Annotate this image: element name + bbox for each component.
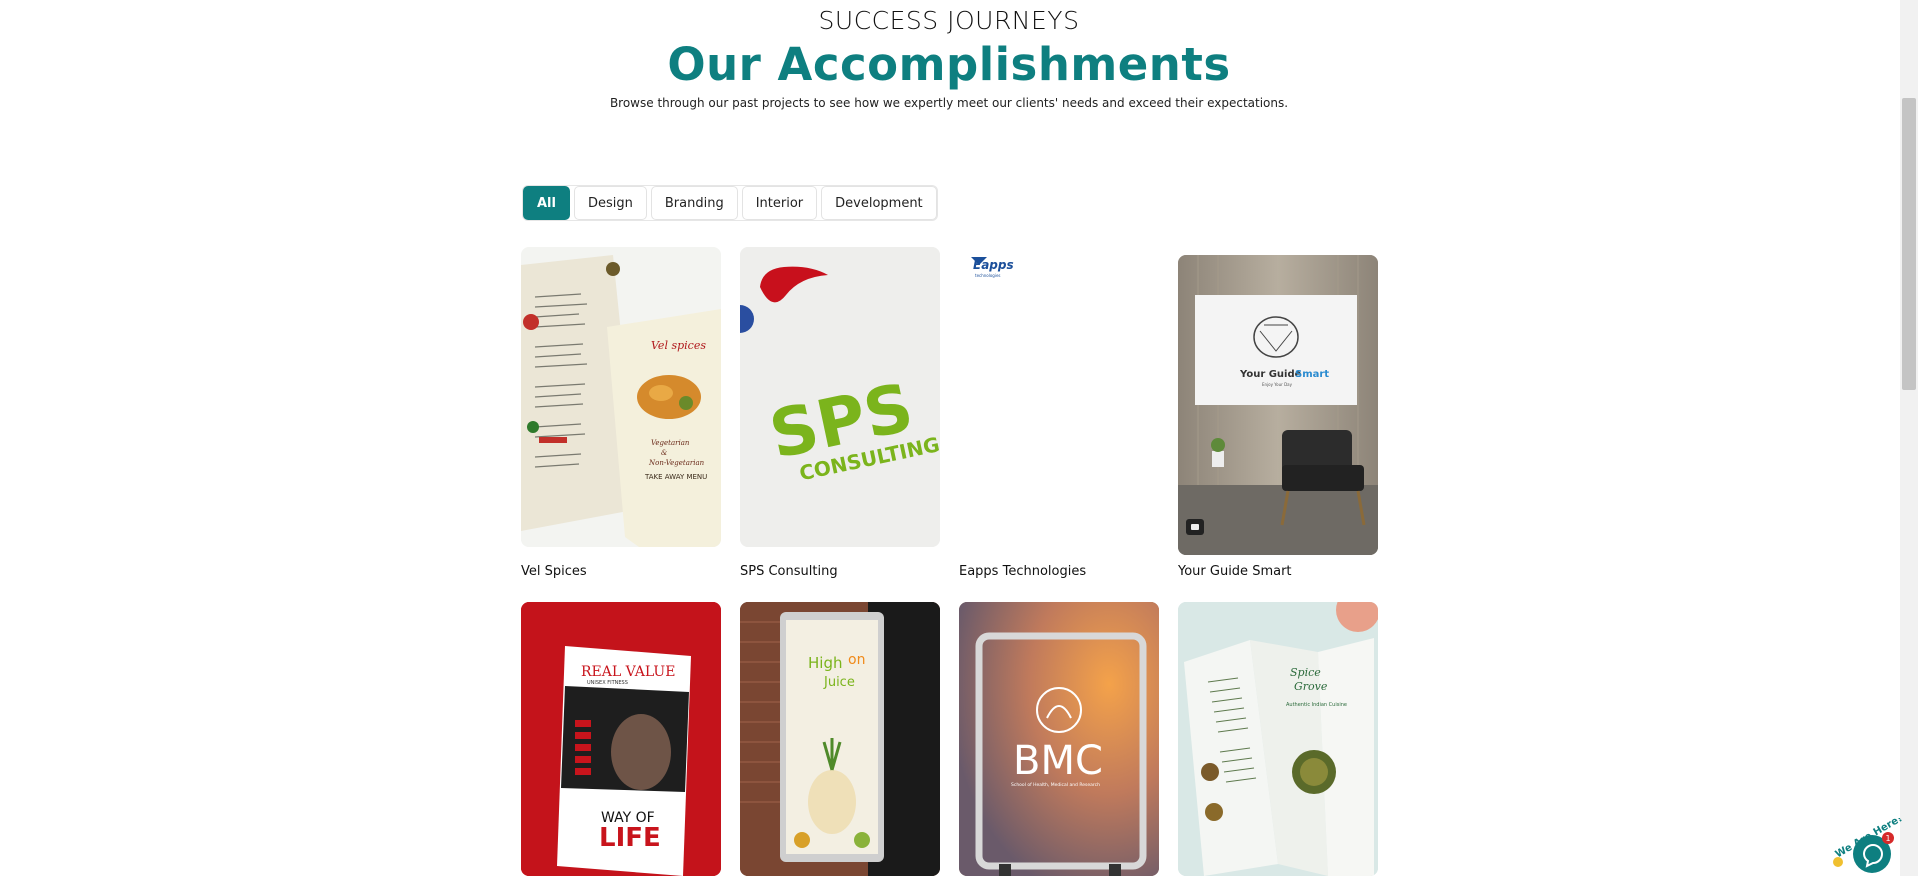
svg-text:technologies: technologies xyxy=(975,273,1001,278)
scrollbar-thumb[interactable] xyxy=(1902,98,1916,390)
page-scrollbar[interactable] xyxy=(1900,0,1918,876)
high-on-juice-poster-image: High on Juice xyxy=(740,602,940,876)
filter-tabs: All Design Branding Interior Development xyxy=(522,185,938,221)
svg-text:School of Health, Medical and: School of Health, Medical and Research xyxy=(1011,782,1100,788)
svg-text:TAKE AWAY MENU: TAKE AWAY MENU xyxy=(644,473,707,481)
chat-badge: 1 xyxy=(1886,834,1891,843)
eapps-logo: Eapps technologies xyxy=(971,257,1014,278)
svg-text:on: on xyxy=(848,652,865,668)
svg-text:Eapps: Eapps xyxy=(973,258,1014,272)
sps-logo-image: SPS CONSULTING xyxy=(740,247,940,547)
svg-text:Your Guide: Your Guide xyxy=(1239,369,1302,380)
your-guide-smart-image: Your Guide Smart Enjoy Your Day xyxy=(1178,255,1378,555)
project-image[interactable]: SPS CONSULTING xyxy=(740,247,940,547)
project-title[interactable]: SPS Consulting xyxy=(740,564,838,579)
project-image[interactable]: Your Guide Smart Enjoy Your Day xyxy=(1178,255,1378,555)
chat-widget[interactable]: We Are Here! 1 xyxy=(1824,813,1904,874)
svg-text:Vegetarian: Vegetarian xyxy=(651,439,690,447)
svg-text:&: & xyxy=(661,449,667,457)
section-title: Our Accomplishments xyxy=(667,38,1231,91)
project-image[interactable]: Vel spices Vegetarian & Non-Vegetarian T… xyxy=(521,247,721,547)
project-title[interactable]: Eapps Technologies xyxy=(959,564,1086,579)
filter-development[interactable]: Development xyxy=(821,186,937,220)
project-title[interactable]: Your Guide Smart xyxy=(1178,564,1292,579)
project-title[interactable]: Vel Spices xyxy=(521,564,587,579)
svg-text:Grove: Grove xyxy=(1294,680,1328,693)
filter-design[interactable]: Design xyxy=(573,186,647,220)
real-value-flyer-image: REAL VALUE UNISEX FITNESS WAY OF LIFE xyxy=(521,602,721,876)
filter-interior[interactable]: Interior xyxy=(741,186,818,220)
project-image[interactable]: REAL VALUE UNISEX FITNESS WAY OF LIFE xyxy=(521,602,721,876)
svg-text:Juice: Juice xyxy=(823,675,855,690)
svg-text:LIFE: LIFE xyxy=(599,823,661,853)
bmc-poster-image: BMC School of Health, Medical and Resear… xyxy=(959,602,1159,876)
project-image[interactable]: Spice Grove Authentic Indian Cuisine xyxy=(1178,602,1378,876)
svg-text:UNISEX FITNESS: UNISEX FITNESS xyxy=(587,680,628,686)
svg-text:Non-Vegetarian: Non-Vegetarian xyxy=(648,459,705,467)
section-subtitle: Browse through our past projects to see … xyxy=(609,96,1289,110)
vel-brand: Vel spices xyxy=(651,339,706,352)
svg-text:Spice: Spice xyxy=(1290,666,1321,679)
project-image[interactable]: BMC School of Health, Medical and Resear… xyxy=(959,602,1159,876)
project-image[interactable]: High on Juice xyxy=(740,602,940,876)
chat-icon: We Are Here! 1 xyxy=(1833,813,1904,873)
svg-text:Smart: Smart xyxy=(1295,369,1329,380)
project-image[interactable]: Eapps technologies xyxy=(959,247,1159,547)
svg-text:BMC: BMC xyxy=(1013,738,1103,784)
filter-all[interactable]: All xyxy=(523,186,570,220)
real-value-brand: REAL VALUE xyxy=(581,664,675,680)
spice-grove-menu-image: Spice Grove Authentic Indian Cuisine xyxy=(1178,602,1378,876)
svg-text:Enjoy Your Day: Enjoy Your Day xyxy=(1262,382,1293,387)
vel-spices-menu-image: Vel spices Vegetarian & Non-Vegetarian T… xyxy=(521,247,721,547)
svg-text:High: High xyxy=(808,654,842,672)
section-eyebrow: SUCCESS JOURNEYS xyxy=(818,6,1080,35)
filter-branding[interactable]: Branding xyxy=(650,186,738,220)
svg-text:Authentic Indian Cuisine: Authentic Indian Cuisine xyxy=(1286,702,1347,708)
